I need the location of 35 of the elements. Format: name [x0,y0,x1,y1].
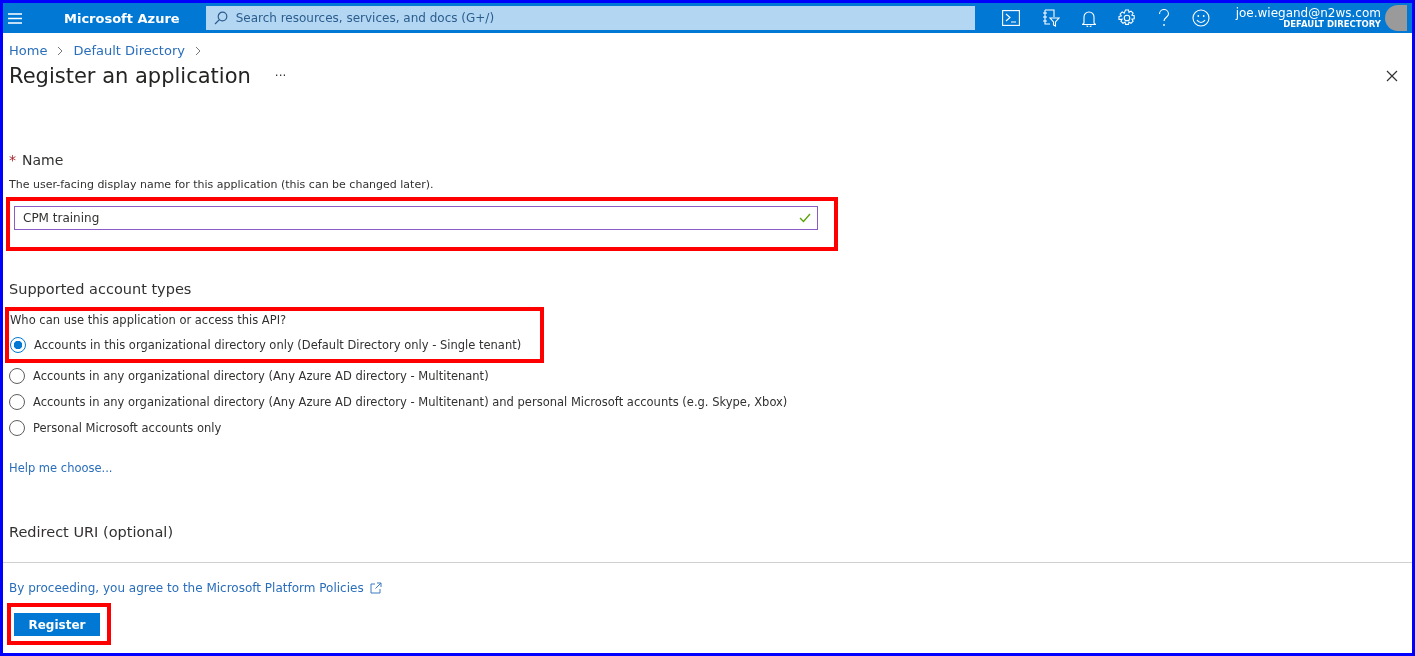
question-text: Who can use this application or access this API? [10,313,288,327]
settings-icon[interactable] [1117,9,1136,27]
more-button[interactable]: ··· [274,69,287,83]
smiley-icon[interactable] [1191,9,1210,27]
radio-label[interactable]: Personal Microsoft accounts only [33,421,222,435]
breadcrumb-link[interactable]: Home [9,43,48,58]
user-email[interactable]: joe.wiegand@n2ws.com [1235,6,1381,20]
field-description: The user-facing display name for this application (this can be changed later). [9,178,435,191]
radio-label[interactable]: Accounts in any organizational directory (Any Azure AD directory - Multitenant) and personal Microsoft accounts (e.g. Skype, Xbox) [33,395,788,409]
policy-link[interactable]: By proceeding, you agree to the Microsoft Platform Policies [9,581,364,595]
bell-icon[interactable] [1081,9,1096,27]
filter-icon[interactable] [1041,9,1060,27]
name-input-field[interactable]: CPM training [14,206,818,230]
radio-label[interactable]: Accounts in any organizational directory (Any Azure AD directory - Multitenant) [33,369,489,383]
external-link-icon[interactable] [369,582,382,594]
breadcrumb-link[interactable]: Default Directory [73,43,185,58]
chevron-icon [194,45,201,56]
required-mark: * [9,152,16,168]
radio-button[interactable] [10,337,26,353]
radio-label[interactable]: Accounts in this organizational directory only (Default Directory only - Single tenant) [34,338,522,352]
section-heading: Redirect URI (optional) [9,524,175,540]
directory-name: DEFAULT DIRECTORY [1283,19,1381,30]
menu-icon[interactable] [8,12,22,24]
search-icon [213,11,228,25]
help-icon[interactable] [1157,9,1170,27]
terminal-icon[interactable] [1001,10,1020,26]
section-heading: Supported account types [9,281,193,297]
chevron-icon [57,45,64,56]
search-field[interactable]: Search resources, services, and docs (G+/) [205,6,975,30]
help-link[interactable]: Help me choose... [9,461,113,475]
field-label: Name [22,152,64,168]
close-icon[interactable] [1386,70,1398,82]
register-button[interactable]: Register [14,613,100,636]
product-name[interactable]: Microsoft Azure [64,10,180,26]
page-title: Register an application [9,64,251,88]
